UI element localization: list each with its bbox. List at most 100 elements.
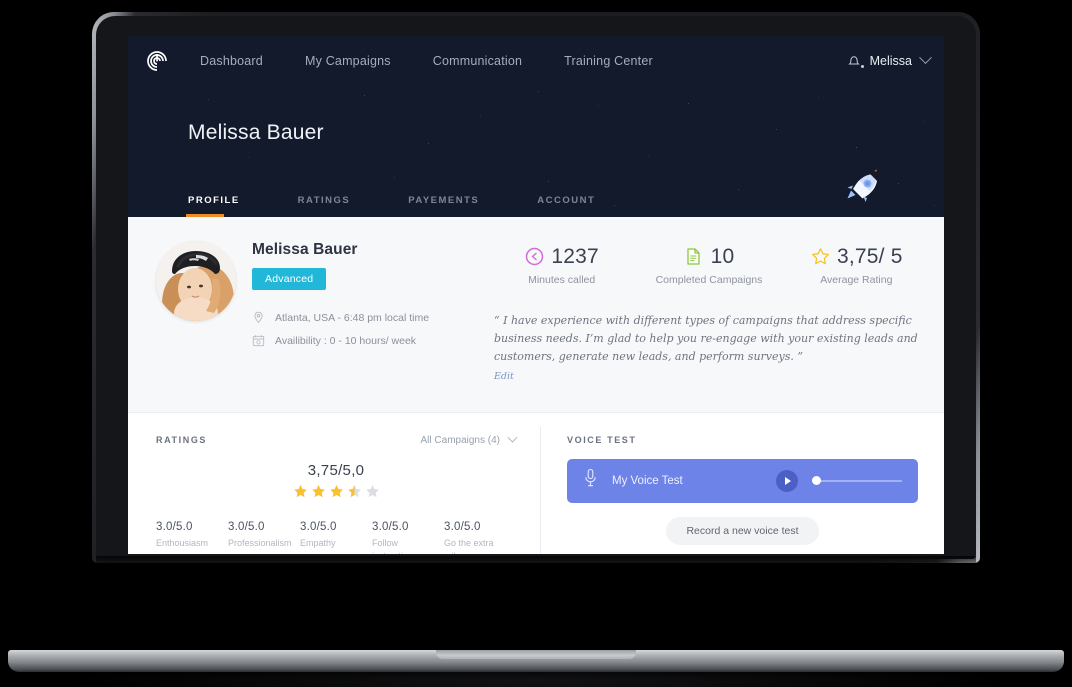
avatar-container (128, 241, 248, 386)
tab-account[interactable]: ACCOUNT (537, 195, 595, 217)
profile-tabs: PROFILE RATINGS PAYEMENTS ACCOUNT (188, 195, 653, 217)
ratings-section-title: RATINGS (156, 435, 207, 445)
stat-rating-label: Average Rating (783, 274, 930, 286)
voice-test-section-title: VOICE TEST (567, 435, 918, 445)
nav-links: Dashboard My Campaigns Communication Tra… (200, 54, 695, 68)
laptop-screen: Dashboard My Campaigns Communication Tra… (128, 36, 944, 554)
star-dot (208, 99, 209, 100)
star-dot (538, 91, 539, 92)
overall-rating-stars (156, 484, 516, 499)
voice-test-track-title: My Voice Test (612, 475, 762, 487)
star-dot (898, 183, 899, 184)
bio-edit-link[interactable]: Edit (494, 369, 514, 385)
availability-text: Availibility : 0 - 10 hours/ week (275, 335, 416, 347)
subrating-item: 3.0/5.0 Empathy (300, 521, 372, 554)
subrating-label: Go the extra mile (444, 537, 498, 554)
notification-dot (861, 65, 864, 68)
rating-star-empty (365, 484, 380, 499)
top-navigation-bar: Dashboard My Campaigns Communication Tra… (128, 36, 944, 85)
tab-profile[interactable]: PROFILE (188, 195, 240, 217)
status-badge: Advanced (252, 268, 326, 290)
star-dot (248, 157, 249, 158)
voice-test-player[interactable]: My Voice Test (567, 459, 918, 503)
star-dot (188, 193, 189, 194)
subrating-value: 3.0/5.0 (372, 521, 444, 533)
chevron-down-icon[interactable] (919, 51, 932, 64)
star-dot (548, 181, 549, 182)
subrating-label: Professionalism (228, 537, 282, 550)
mockup-stage: Dashboard My Campaigns Communication Tra… (0, 0, 1072, 687)
availability-row: Availibility : 0 - 10 hours/ week (252, 334, 488, 348)
star-dot (364, 95, 365, 96)
playback-slider[interactable] (812, 480, 902, 482)
star-dot (818, 97, 819, 98)
location-text: Atlanta, USA - 6:48 pm local time (275, 312, 429, 324)
voice-test-panel: VOICE TEST My Voice Test Record a new vo… (541, 413, 944, 554)
lower-panels: RATINGS All Campaigns (4) 3,75/5,0 3.0/5… (128, 413, 944, 554)
rating-star-full (311, 484, 326, 499)
subrating-item: 3.0/5.0 Go the extra mile (444, 521, 516, 554)
calendar-icon (252, 334, 266, 348)
subratings-row: 3.0/5.0 Enthousiasm 3.0/5.0 Professionalism… (156, 521, 516, 554)
star-dot (738, 189, 739, 190)
laptop-base-notch (436, 650, 636, 659)
nav-right-cluster: Melissa (847, 53, 930, 69)
play-icon[interactable] (776, 470, 798, 492)
subrating-label: Empathy (300, 537, 354, 550)
subrating-value: 3.0/5.0 (300, 521, 372, 533)
subrating-value: 3.0/5.0 (156, 521, 228, 533)
star-dot (688, 103, 689, 104)
subrating-value: 3.0/5.0 (444, 521, 516, 533)
campaign-filter-label: All Campaigns (4) (421, 435, 500, 446)
slider-knob[interactable] (812, 476, 821, 485)
profile-identity: Melissa Bauer Advanced Atlanta, USA - 6:… (248, 241, 488, 386)
profile-summary-card: Melissa Bauer Advanced Atlanta, USA - 6:… (128, 217, 944, 413)
star-dot (428, 143, 429, 144)
user-menu-name[interactable]: Melissa (870, 54, 912, 68)
subrating-item: 3.0/5.0 Follow instructions (372, 521, 444, 554)
profile-hero: Melissa Bauer PROFILE RATINGS PAYEMENTS … (128, 85, 944, 217)
star-dot (648, 155, 649, 156)
stat-average-rating: 3,75/ 5 Average Rating (783, 245, 930, 286)
document-icon (684, 247, 704, 267)
bio-text: “ I have experience with different types… (494, 314, 918, 363)
profile-bio: “ I have experience with different types… (488, 312, 930, 386)
subrating-item: 3.0/5.0 Enthousiasm (156, 521, 228, 554)
star-icon (810, 247, 830, 267)
profile-stats-zone: 1237 Minutes called 10 Completed Campaig… (488, 241, 944, 386)
avatar[interactable] (156, 241, 236, 321)
star-dot (480, 115, 481, 116)
location-row: Atlanta, USA - 6:48 pm local time (252, 311, 488, 325)
nav-item-my-campaigns[interactable]: My Campaigns (305, 54, 391, 68)
subrating-item: 3.0/5.0 Professionalism (228, 521, 300, 554)
hinge-shadow (96, 556, 976, 570)
stat-campaigns-label: Completed Campaigns (635, 274, 782, 286)
stat-campaigns-value: 10 (711, 245, 735, 269)
subrating-value: 3.0/5.0 (228, 521, 300, 533)
nav-item-communication[interactable]: Communication (433, 54, 522, 68)
stat-minutes-value: 1237 (551, 245, 599, 269)
nav-item-dashboard[interactable]: Dashboard (200, 54, 263, 68)
stat-rating-value: 3,75/ 5 (837, 245, 903, 269)
ratings-panel: RATINGS All Campaigns (4) 3,75/5,0 3.0/5… (128, 413, 540, 554)
tab-ratings[interactable]: RATINGS (298, 195, 351, 217)
star-dot (856, 147, 857, 148)
clock-icon (524, 247, 544, 267)
tab-payements[interactable]: PAYEMENTS (408, 195, 479, 217)
map-pin-icon (252, 311, 266, 325)
ratings-header: RATINGS All Campaigns (4) (156, 435, 516, 446)
nav-item-training-center[interactable]: Training Center (564, 54, 653, 68)
star-dot (598, 105, 599, 106)
campaign-filter-dropdown[interactable]: All Campaigns (4) (421, 435, 516, 446)
microphone-icon (583, 468, 598, 493)
record-new-voice-test-button[interactable]: Record a new voice test (666, 517, 818, 545)
stat-minutes-called: 1237 Minutes called (488, 245, 635, 286)
circular-c-logo-icon[interactable] (140, 44, 174, 78)
profile-meta: Atlanta, USA - 6:48 pm local time Availi… (252, 311, 488, 348)
notification-bell-icon[interactable] (847, 53, 861, 69)
subrating-label: Follow instructions (372, 537, 426, 554)
profile-name: Melissa Bauer (252, 241, 488, 259)
stat-minutes-label: Minutes called (488, 274, 635, 286)
rating-star-full (293, 484, 308, 499)
stats-row: 1237 Minutes called 10 Completed Campaig… (488, 241, 930, 286)
